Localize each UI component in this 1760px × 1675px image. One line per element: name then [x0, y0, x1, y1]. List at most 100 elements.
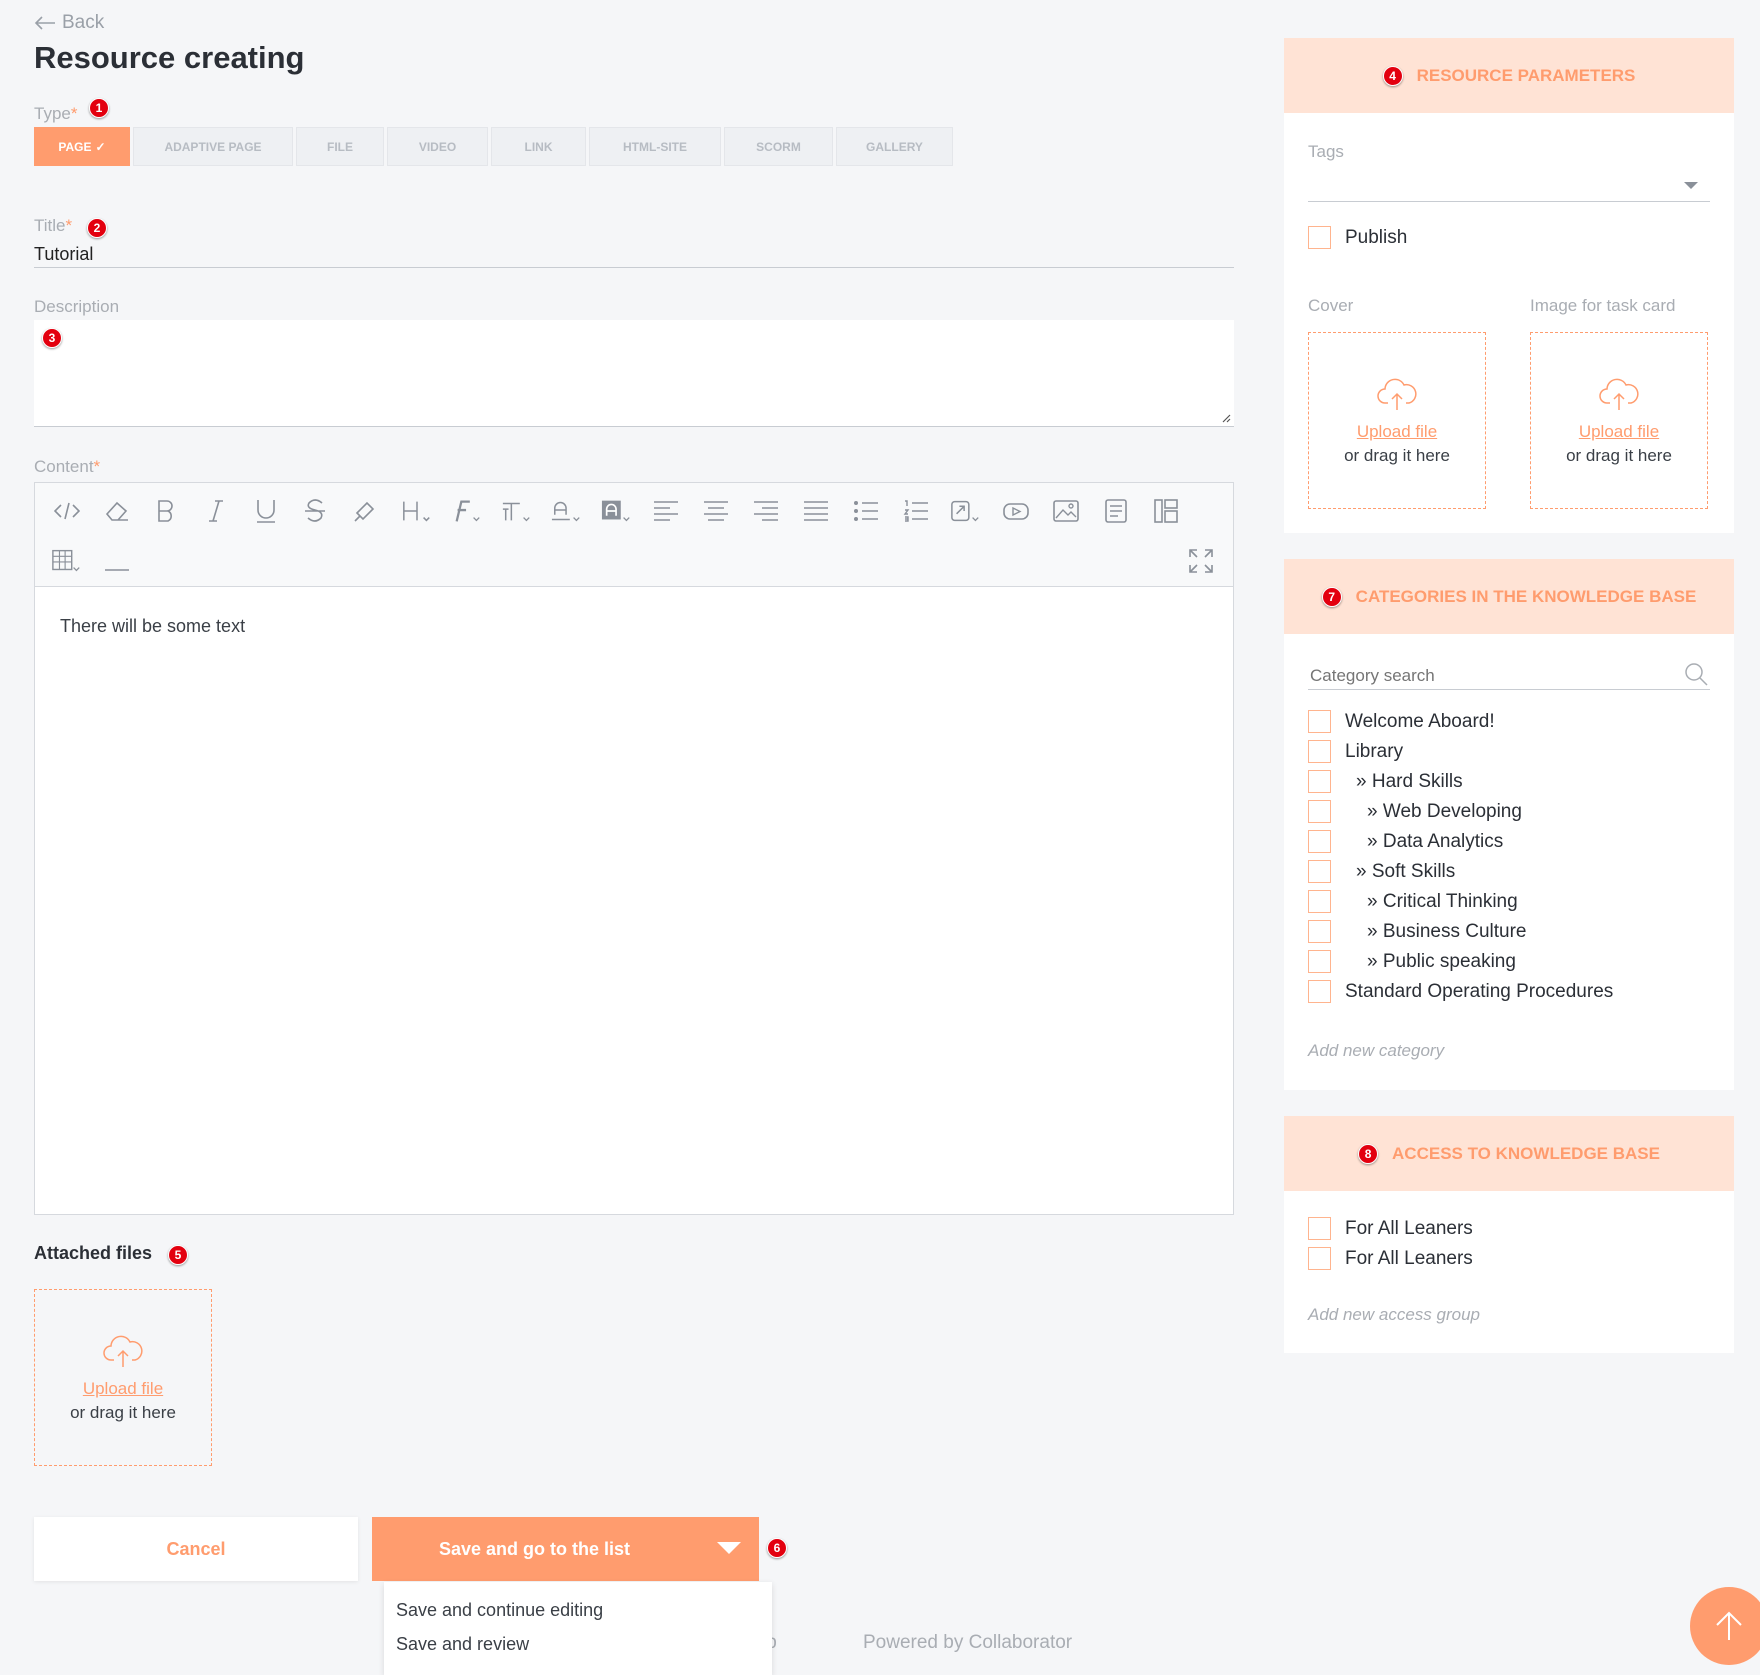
- type-link-button[interactable]: LINK: [491, 127, 586, 166]
- link-icon[interactable]: [950, 495, 982, 527]
- access-checkbox[interactable]: [1308, 1247, 1331, 1270]
- category-text: Welcome Aboard!: [1345, 710, 1495, 732]
- category-item[interactable]: Welcome Aboard!: [1308, 710, 1495, 733]
- attached-files-upload[interactable]: Upload file or drag it here: [34, 1289, 212, 1466]
- title-input[interactable]: Tutorial: [34, 244, 1234, 268]
- tags-select[interactable]: [1308, 170, 1710, 202]
- category-search-input[interactable]: [1308, 662, 1668, 686]
- category-item[interactable]: » Public speaking: [1308, 950, 1516, 973]
- numbered-list-icon[interactable]: [900, 495, 932, 527]
- category-label: » Critical Thinking: [1345, 891, 1518, 913]
- category-checkbox[interactable]: [1308, 920, 1331, 943]
- task-card-image-label: Image for task card: [1530, 296, 1676, 315]
- category-prefix: »: [1367, 890, 1383, 912]
- font-size-icon[interactable]: [501, 495, 533, 527]
- task-card-upload[interactable]: Upload file or drag it here: [1530, 332, 1708, 509]
- text-color-icon[interactable]: [551, 495, 583, 527]
- strikethrough-icon[interactable]: [299, 495, 331, 527]
- powered-by-text: Powered by Collaborator: [863, 1632, 1073, 1653]
- bullet-list-icon[interactable]: [850, 495, 882, 527]
- type-video-button[interactable]: VIDEO: [387, 127, 488, 166]
- file-icon[interactable]: [1100, 495, 1132, 527]
- category-search[interactable]: [1308, 662, 1710, 690]
- title-label: Title*: [34, 216, 73, 235]
- category-item[interactable]: » Business Culture: [1308, 920, 1526, 943]
- back-link[interactable]: Back: [34, 12, 104, 34]
- category-checkbox[interactable]: [1308, 770, 1331, 793]
- align-center-icon[interactable]: [700, 495, 732, 527]
- access-checkbox[interactable]: [1308, 1217, 1331, 1240]
- template-icon[interactable]: [1150, 495, 1182, 527]
- fullscreen-icon[interactable]: [1185, 545, 1217, 577]
- save-button[interactable]: Save and go to the list: [372, 1517, 759, 1581]
- type-page-button[interactable]: PAGE ✓: [34, 127, 130, 166]
- category-prefix: »: [1367, 950, 1383, 972]
- horizontal-rule-icon[interactable]: [101, 545, 133, 577]
- align-right-icon[interactable]: [750, 495, 782, 527]
- eraser-icon[interactable]: [101, 495, 133, 527]
- category-prefix: »: [1356, 860, 1372, 882]
- back-label: Back: [62, 12, 105, 33]
- type-label: Type*: [34, 104, 78, 123]
- image-icon[interactable]: [1050, 495, 1082, 527]
- save-review-option[interactable]: Save and review: [396, 1634, 529, 1655]
- align-left-icon[interactable]: [650, 495, 682, 527]
- save-options-dropdown: Save and continue editing Save and revie…: [384, 1582, 772, 1675]
- category-checkbox[interactable]: [1308, 890, 1331, 913]
- annotation-badge-4: 4: [1382, 65, 1403, 86]
- access-item[interactable]: For All Leaners: [1308, 1217, 1473, 1240]
- access-item[interactable]: For All Leaners: [1308, 1247, 1473, 1270]
- font-family-icon[interactable]: [451, 495, 483, 527]
- scroll-to-top-button[interactable]: [1690, 1587, 1760, 1665]
- underline-icon[interactable]: [250, 495, 282, 527]
- category-label: » Business Culture: [1345, 921, 1526, 943]
- category-item[interactable]: » Soft Skills: [1308, 860, 1455, 883]
- category-checkbox[interactable]: [1308, 950, 1331, 973]
- category-item[interactable]: Library: [1308, 740, 1403, 763]
- save-button-label: Save and go to the list: [438, 1538, 631, 1559]
- editor-content[interactable]: There will be some text: [60, 616, 245, 637]
- categories-panel: 7 CATEGORIES IN THE KNOWLEDGE BASE Welco…: [1284, 559, 1734, 1090]
- save-continue-option[interactable]: Save and continue editing: [396, 1600, 603, 1621]
- code-icon[interactable]: [51, 495, 83, 527]
- type-gallery-button[interactable]: GALLERY: [836, 127, 953, 166]
- type-scorm-button[interactable]: SCORM: [724, 127, 833, 166]
- cancel-button[interactable]: Cancel: [34, 1517, 358, 1581]
- publish-checkbox[interactable]: [1308, 226, 1331, 249]
- category-item[interactable]: » Web Developing: [1308, 800, 1522, 823]
- type-file-button[interactable]: FILE: [296, 127, 384, 166]
- video-icon[interactable]: [1000, 495, 1032, 527]
- add-category-link[interactable]: Add new category: [1308, 1041, 1444, 1061]
- description-textarea[interactable]: [34, 320, 1234, 427]
- category-item[interactable]: » Hard Skills: [1308, 770, 1463, 793]
- heading-icon[interactable]: [401, 495, 433, 527]
- background-color-icon[interactable]: [601, 495, 633, 527]
- task-card-upload-link[interactable]: Upload file: [1579, 422, 1659, 442]
- category-checkbox[interactable]: [1308, 710, 1331, 733]
- category-checkbox[interactable]: [1308, 860, 1331, 883]
- category-item[interactable]: » Critical Thinking: [1308, 890, 1518, 913]
- publish-checkbox-row[interactable]: Publish: [1308, 226, 1407, 249]
- category-item[interactable]: Standard Operating Procedures: [1308, 980, 1613, 1003]
- category-checkbox[interactable]: [1308, 830, 1331, 853]
- cover-upload-link[interactable]: Upload file: [1357, 422, 1437, 442]
- resize-handle-icon[interactable]: [1221, 413, 1231, 423]
- task-card-drag-hint: or drag it here: [1566, 445, 1672, 465]
- category-checkbox[interactable]: [1308, 740, 1331, 763]
- chevron-down-icon[interactable]: [717, 1542, 741, 1554]
- add-access-group-link[interactable]: Add new access group: [1308, 1305, 1480, 1325]
- type-html-site-button[interactable]: HTML-SITE: [589, 127, 721, 166]
- upload-file-link[interactable]: Upload file: [83, 1379, 163, 1399]
- search-icon[interactable]: [1684, 662, 1708, 686]
- cover-upload[interactable]: Upload file or drag it here: [1308, 332, 1486, 509]
- category-item[interactable]: » Data Analytics: [1308, 830, 1503, 853]
- drag-hint: or drag it here: [70, 1402, 176, 1422]
- category-checkbox[interactable]: [1308, 800, 1331, 823]
- table-icon[interactable]: [51, 545, 83, 577]
- type-adaptive-page-button[interactable]: ADAPTIVE PAGE: [133, 127, 293, 166]
- paint-format-icon[interactable]: [349, 495, 381, 527]
- align-justify-icon[interactable]: [800, 495, 832, 527]
- bold-icon[interactable]: [150, 495, 182, 527]
- category-checkbox[interactable]: [1308, 980, 1331, 1003]
- italic-icon[interactable]: [200, 495, 232, 527]
